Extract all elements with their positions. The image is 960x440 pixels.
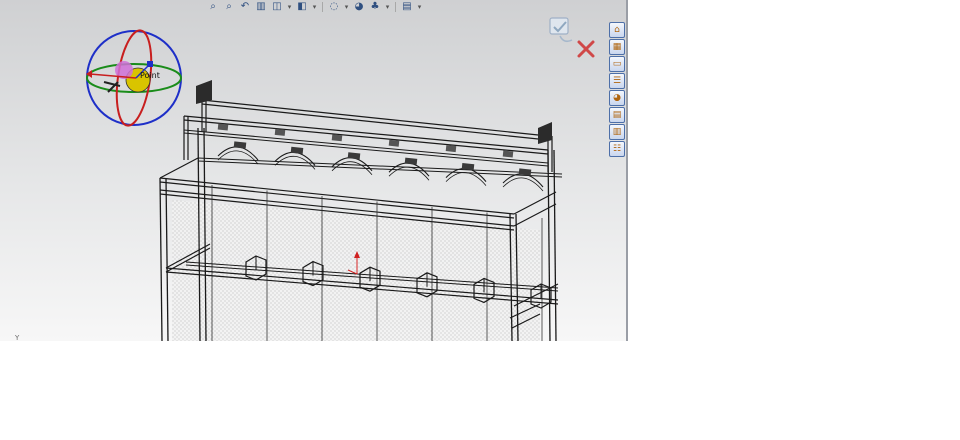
task-pane-tabs: ⌂ ▦ ▭ ☰ ◕ ▤ ▥ ☷	[609, 22, 626, 157]
dropdown-arrow-icon[interactable]: ▾	[384, 1, 391, 13]
top-rail-assembly	[183, 99, 553, 172]
move-triad: Point	[86, 29, 182, 127]
file-explorer-icon[interactable]: ▭	[609, 56, 625, 72]
confirm-check-icon[interactable]	[549, 17, 573, 43]
toolbar-separator	[322, 2, 323, 12]
previous-view-icon[interactable]: ↶	[238, 1, 252, 13]
toolbar-separator	[395, 2, 396, 12]
zoom-to-area-icon[interactable]: ⌕	[222, 1, 236, 13]
confirmation-corner	[549, 17, 595, 58]
zoom-to-fit-icon[interactable]: ⌕	[206, 1, 220, 13]
dropdown-arrow-icon[interactable]: ▾	[311, 1, 318, 13]
dropdown-arrow-icon[interactable]: ▾	[343, 1, 350, 13]
reference-triad-label: Y	[15, 334, 20, 341]
custom-properties-icon[interactable]: ▤	[609, 107, 625, 123]
dropdown-arrow-icon[interactable]: ▾	[286, 1, 293, 13]
viewport-border	[626, 0, 628, 341]
view-orientation-icon[interactable]: ◫	[270, 1, 284, 13]
stippled-back-panels	[172, 200, 540, 341]
edit-appearance-icon[interactable]: ◕	[352, 1, 366, 13]
toolbox-icon[interactable]: ▥	[609, 124, 625, 140]
resources-icon[interactable]: ⌂	[609, 22, 625, 38]
model-canvas[interactable]: Point	[0, 0, 626, 341]
apply-scene-icon[interactable]: ♣	[368, 1, 382, 13]
triad-point-label: Point	[140, 71, 160, 80]
dropdown-arrow-icon[interactable]: ▾	[416, 1, 423, 13]
heads-up-view-toolbar: ⌕ ⌕ ↶ ▥ ◫ ▾ ◧ ▾ ◌ ▾ ◕ ♣ ▾ ▤ ▾	[206, 0, 423, 14]
hide-show-items-icon[interactable]: ◌	[327, 1, 341, 13]
section-view-icon[interactable]: ▥	[254, 1, 268, 13]
design-library-icon[interactable]: ▦	[609, 39, 625, 55]
forum-icon[interactable]: ☷	[609, 141, 625, 157]
view-palette-icon[interactable]: ☰	[609, 73, 625, 89]
cancel-x-icon[interactable]	[577, 40, 595, 58]
graphics-viewport[interactable]: Point ⌕ ⌕ ↶ ▥ ◫ ▾ ◧ ▾ ◌ ▾ ◕ ♣ ▾ ▤ ▾ Y	[0, 0, 626, 341]
display-style-icon[interactable]: ◧	[295, 1, 309, 13]
view-settings-icon[interactable]: ▤	[400, 1, 414, 13]
appearances-icon[interactable]: ◕	[609, 90, 625, 106]
